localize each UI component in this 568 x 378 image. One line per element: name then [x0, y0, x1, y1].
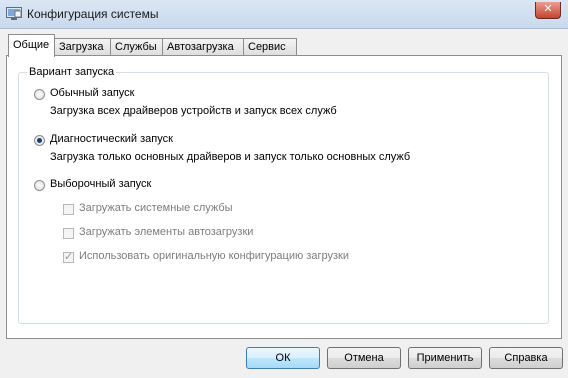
selective-startup-label[interactable]: Выборочный запуск [50, 178, 151, 190]
diagnostic-startup-label[interactable]: Диагностический запуск [50, 133, 173, 145]
load-startup-items-label: Загружать элементы автозагрузки [79, 226, 254, 238]
diagnostic-startup-radio[interactable] [34, 135, 45, 146]
load-system-services-checkbox[interactable] [63, 204, 74, 215]
normal-startup-label[interactable]: Обычный запуск [50, 87, 134, 99]
use-original-boot-config-checkbox[interactable] [63, 250, 74, 263]
tab-startup[interactable]: Автозагрузка [162, 38, 244, 55]
normal-startup-description: Загрузка всех драйверов устройств и запу… [50, 105, 337, 117]
title-bar[interactable]: Конфигурация системы [0, 0, 568, 29]
tab-label: Автозагрузка [167, 41, 234, 53]
system-config-icon [6, 7, 22, 20]
system-configuration-window: Конфигурация системы Общие Загрузка Служ… [0, 0, 568, 378]
tab-services[interactable]: Службы [110, 38, 163, 55]
tab-label: Загрузка [59, 41, 104, 53]
cancel-button[interactable]: Отмена [327, 347, 401, 369]
apply-button[interactable]: Применить [408, 347, 482, 369]
tab-tools[interactable]: Сервис [243, 38, 297, 55]
selective-startup-radio[interactable] [34, 180, 45, 191]
tab-label: Службы [115, 41, 157, 53]
use-original-boot-config-label: Использовать оригинальную конфигурацию з… [79, 250, 349, 262]
window-title: Конфигурация системы [27, 7, 159, 21]
load-system-services-label: Загружать системные службы [79, 202, 233, 214]
close-icon[interactable] [535, 2, 561, 19]
normal-startup-radio[interactable] [34, 89, 45, 100]
group-title: Вариант запуска [27, 66, 117, 78]
ok-button[interactable]: ОК [246, 347, 320, 369]
tab-general[interactable]: Общие [8, 34, 55, 57]
tab-label: Общие [13, 39, 50, 51]
load-startup-items-checkbox[interactable] [63, 228, 74, 239]
tab-boot[interactable]: Загрузка [54, 38, 111, 55]
help-button[interactable]: Справка [489, 347, 563, 369]
tab-label: Сервис [248, 41, 286, 53]
diagnostic-startup-description: Загрузка только основных драйверов и зап… [50, 151, 411, 163]
